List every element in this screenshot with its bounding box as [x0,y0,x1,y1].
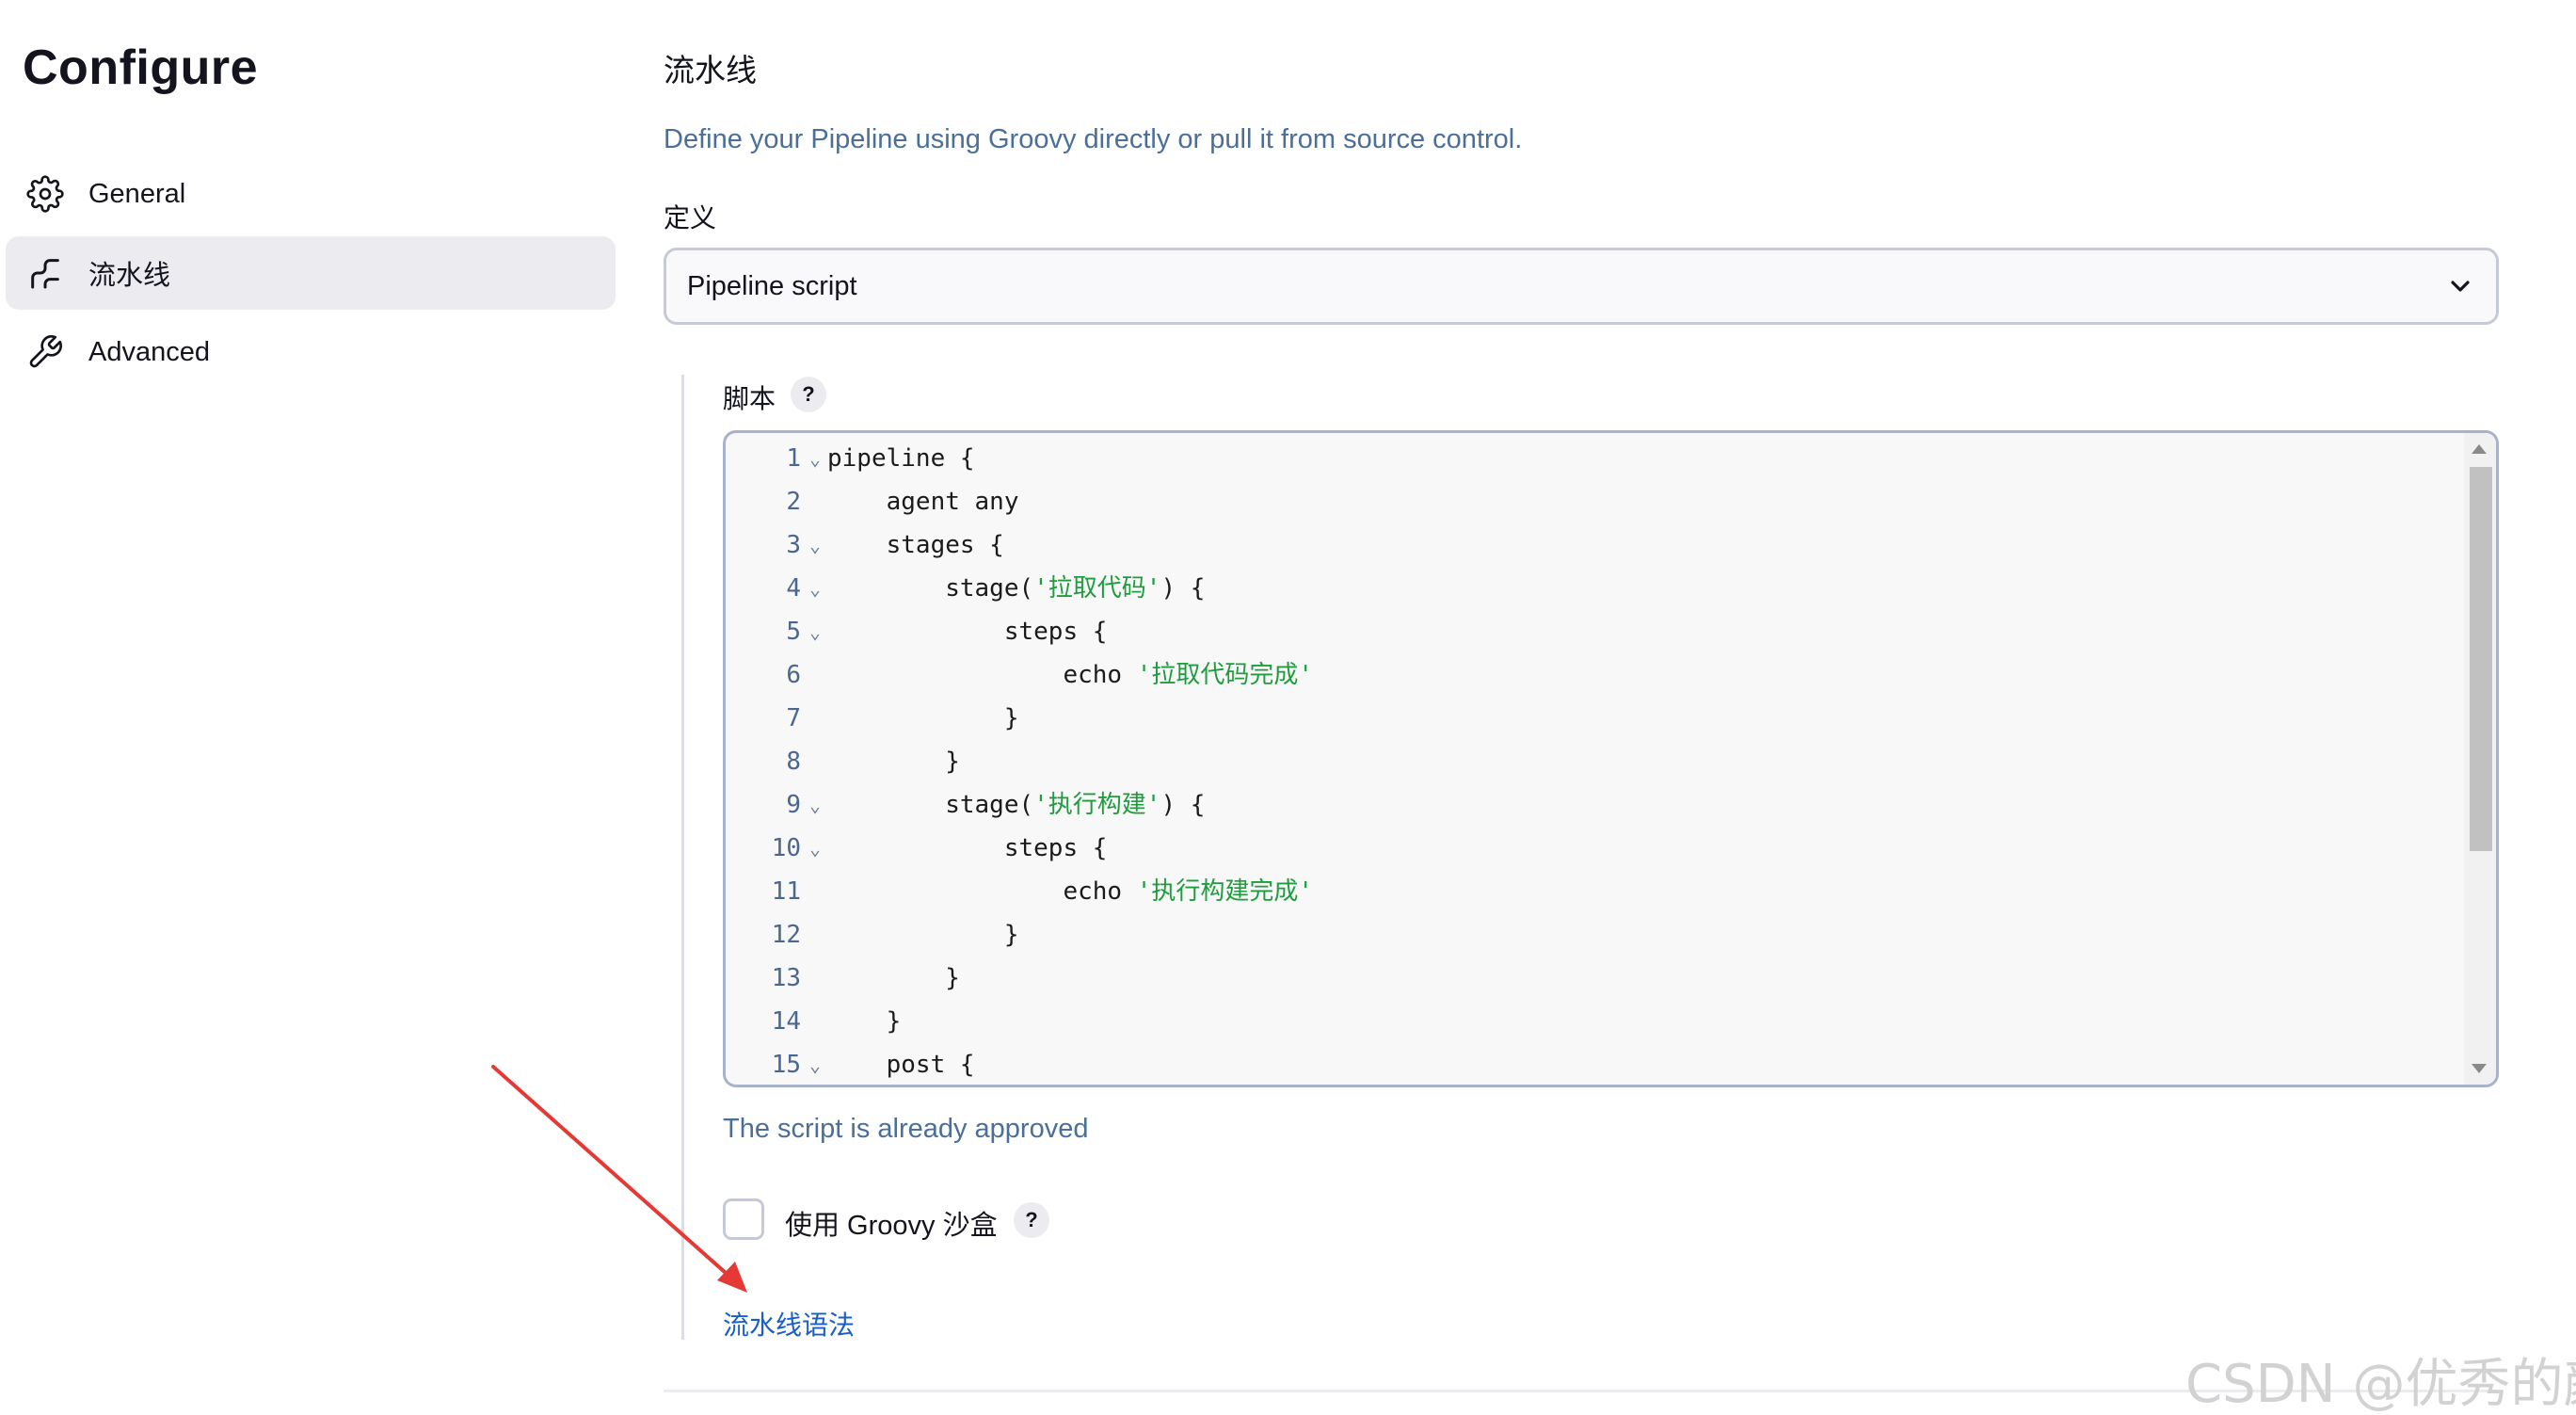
line-number: 8 [786,748,801,776]
code-text: agent any [827,488,1019,516]
watermark: CSDN @优秀的颜 [2185,1354,2576,1415]
page-title: Configure [23,40,259,95]
line-number: 7 [786,704,801,732]
wrench-icon [24,331,66,373]
fold-chevron-icon[interactable]: ⌄ [801,567,829,610]
code-text: pipeline { [827,444,975,473]
gear-icon [24,173,66,215]
line-number: 4 [786,574,801,603]
line-number: 6 [786,661,801,689]
code-line[interactable]: 13 } [726,957,2457,1000]
line-number: 13 [771,964,801,992]
pipeline-icon [24,252,66,294]
code-text: } [827,1007,902,1036]
code-line[interactable]: 15 ⌄ post { [726,1043,2457,1085]
script-label: 脚本 [723,384,776,413]
sidebar-item-label: 流水线 [88,261,171,291]
line-number: 12 [771,921,801,949]
code-text: steps { [827,618,1108,646]
code-line[interactable]: 4 ⌄ stage('拉取代码') { [726,567,2457,610]
line-number: 10 [771,834,801,862]
sandbox-help-button[interactable]: ? [1014,1202,1049,1238]
line-number: 3 [786,531,801,559]
chevron-down-icon [2451,281,2470,292]
section-indent-line [681,375,684,1340]
code-line[interactable]: 12 } [726,913,2457,957]
code-line[interactable]: 11 echo '执行构建完成' [726,870,2457,913]
code-line[interactable]: 8 } [726,740,2457,783]
fold-chevron-icon[interactable]: ⌄ [801,523,829,567]
line-number: 5 [786,618,801,646]
code-line[interactable]: 1 ⌄ pipeline { [726,437,2457,480]
code-line[interactable]: 6 echo '拉取代码完成' [726,653,2457,697]
string-literal: '拉取代码完成' [1136,661,1314,689]
scroll-down-arrow-icon[interactable] [2472,1064,2487,1073]
code-line[interactable]: 14 } [726,1000,2457,1043]
string-literal: '执行构建' [1033,791,1161,819]
sidebar-item-advanced[interactable]: Advanced [6,315,616,389]
line-number: 15 [771,1051,801,1079]
code-text: } [827,704,1019,732]
script-help-button[interactable]: ? [791,377,826,412]
fold-chevron-icon[interactable]: ⌄ [801,437,829,480]
groovy-sandbox-label[interactable]: 使用 Groovy 沙盒 [785,1203,998,1243]
code-text: } [827,921,1019,949]
approval-status: The script is already approved [723,1114,1089,1144]
code-text: stages { [827,531,1004,559]
groovy-sandbox-checkbox[interactable] [723,1198,764,1240]
jenkins-configure-page: Configure General 流水线 Advanced 流水线 Defin… [0,0,2576,1415]
line-number: 9 [786,791,801,819]
fold-chevron-icon[interactable]: ⌄ [801,1043,829,1085]
fold-chevron-icon[interactable]: ⌄ [801,610,829,653]
code-text: echo '执行构建完成' [827,877,1314,906]
definition-select[interactable]: Pipeline script [664,248,2499,325]
code-text: echo '拉取代码完成' [827,661,1314,689]
pipeline-syntax-link[interactable]: 流水线语法 [723,1305,855,1343]
definition-label: 定义 [664,203,717,233]
code-line[interactable]: 9 ⌄ stage('执行构建') { [726,783,2457,827]
string-literal: '执行构建完成' [1136,877,1314,906]
section-description: Define your Pipeline using Groovy direct… [664,124,1523,154]
code-line[interactable]: 10 ⌄ steps { [726,827,2457,870]
sidebar-item-label: Advanced [88,336,210,367]
code-text: } [827,748,960,776]
code-text: steps { [827,834,1108,862]
fold-chevron-icon[interactable]: ⌄ [801,783,829,827]
line-number: 11 [771,877,801,906]
sidebar-item-general[interactable]: General [6,157,616,231]
line-number: 2 [786,488,801,516]
fold-chevron-icon[interactable]: ⌄ [801,827,829,870]
sidebar-item-label: General [88,178,186,209]
code-line[interactable]: 2 agent any [726,480,2457,523]
section-title: 流水线 [664,53,757,88]
string-literal: '拉取代码' [1033,574,1161,603]
scroll-up-arrow-icon[interactable] [2472,444,2487,454]
code-text: post { [827,1051,975,1079]
code-text: } [827,964,960,992]
code-line[interactable]: 5 ⌄ steps { [726,610,2457,653]
code-line[interactable]: 7 } [726,697,2457,740]
sidebar-item-pipeline[interactable]: 流水线 [6,236,616,310]
code-text: stage('拉取代码') { [827,574,1206,603]
line-number: 1 [786,444,801,473]
code-text: stage('执行构建') { [827,791,1206,819]
line-number: 14 [771,1007,801,1036]
code-line[interactable]: 3 ⌄ stages { [726,523,2457,567]
scroll-thumb[interactable] [2470,467,2492,851]
definition-selected-value: Pipeline script [687,270,857,301]
script-editor[interactable]: 1 ⌄ pipeline {2 agent any 3 ⌄ stages {4 ⌄ sta… [723,430,2499,1087]
editor-scrollbar[interactable] [2464,433,2496,1085]
